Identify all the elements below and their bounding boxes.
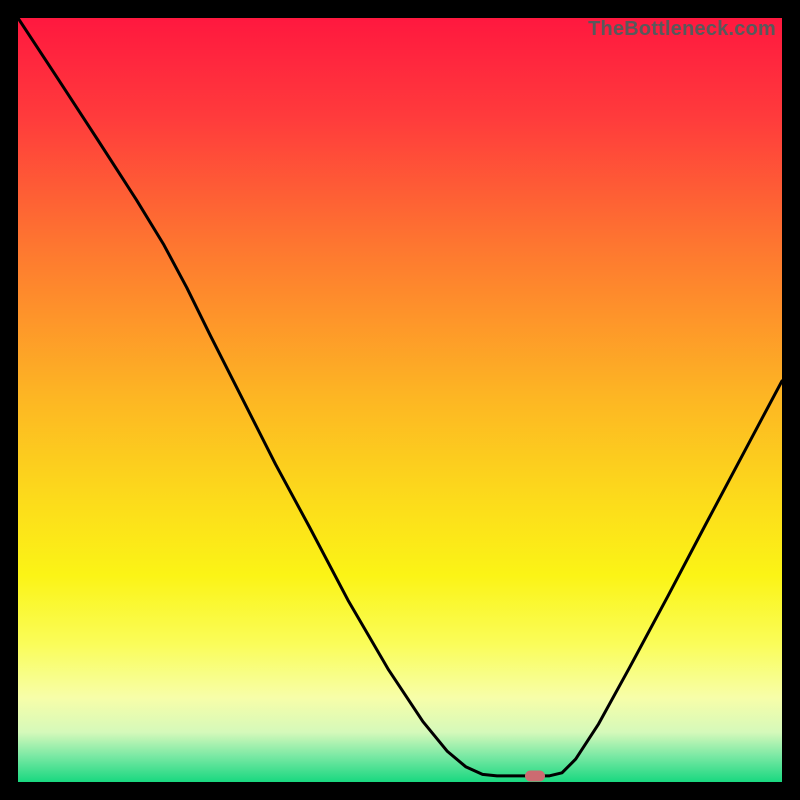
gradient-background — [18, 18, 782, 782]
chart-frame: TheBottleneck.com — [0, 0, 800, 800]
plot-area: TheBottleneck.com — [18, 18, 782, 782]
optimal-point-marker — [525, 770, 545, 781]
watermark-label: TheBottleneck.com — [588, 18, 776, 41]
